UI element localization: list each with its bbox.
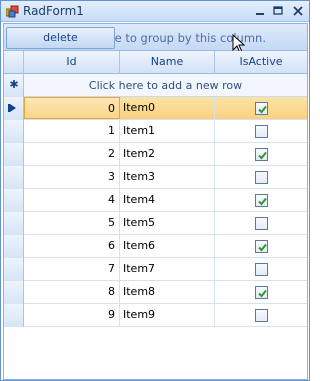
row-indicator[interactable] [4, 281, 24, 304]
delete-button[interactable]: delete [6, 27, 115, 49]
checkbox-checked[interactable] [255, 102, 268, 115]
data-grid: Drag a column here to group by this colu… [3, 23, 308, 380]
column-header-isactive[interactable]: IsActive [215, 51, 307, 74]
checkbox-checked[interactable] [255, 240, 268, 253]
row-indicator[interactable] [4, 97, 24, 120]
checkbox-checked[interactable] [255, 194, 268, 207]
checkmark-icon [258, 151, 267, 160]
table-row[interactable]: 2 Item2 [4, 143, 307, 166]
new-row-indicator: ✱ [4, 74, 24, 97]
table-row[interactable]: 8 Item8 [4, 281, 307, 304]
table-row[interactable]: 1 Item1 [4, 120, 307, 143]
cell-isactive [215, 304, 307, 326]
row-indicator[interactable] [4, 189, 24, 212]
row-indicator[interactable] [4, 235, 24, 258]
grid-rows: 0 Item0 1 Item1 2 Item2 3 Item3 4 Item4 5 Item5 6 Ite… [4, 97, 307, 327]
minimize-icon[interactable] [253, 4, 267, 18]
table-row[interactable]: 5 Item5 [4, 212, 307, 235]
new-row[interactable]: ✱ Click here to add a new row [4, 74, 307, 97]
checkbox-checked[interactable] [255, 286, 268, 299]
cell-name[interactable]: Item5 [120, 212, 215, 234]
cell-isactive [215, 166, 307, 188]
row-indicator[interactable] [4, 212, 24, 235]
checkbox-checked[interactable] [255, 148, 268, 161]
close-icon[interactable] [291, 4, 305, 18]
cell-isactive [215, 212, 307, 234]
column-header-id[interactable]: Id [24, 51, 120, 74]
cell-id[interactable]: 7 [24, 258, 120, 280]
cell-name[interactable]: Item3 [120, 166, 215, 188]
column-header-row: Id Name IsActive [4, 51, 307, 74]
checkbox-unchecked[interactable] [255, 125, 268, 138]
cell-isactive [215, 189, 307, 211]
cell-name[interactable]: Item6 [120, 235, 215, 257]
app-icon [5, 5, 20, 18]
cell-isactive [215, 281, 307, 303]
cell-name[interactable]: Item0 [120, 97, 215, 119]
cell-id[interactable]: 5 [24, 212, 120, 234]
row-indicator[interactable] [4, 166, 24, 189]
table-row[interactable]: 4 Item4 [4, 189, 307, 212]
new-row-label: Click here to add a new row [88, 79, 243, 92]
checkbox-unchecked[interactable] [255, 171, 268, 184]
table-row[interactable]: 0 Item0 [4, 97, 307, 120]
row-header-corner [4, 51, 24, 74]
cell-id[interactable]: 8 [24, 281, 120, 303]
main-window: RadForm1 Drag a column here to group by … [0, 0, 310, 381]
table-row[interactable]: 7 Item7 [4, 258, 307, 281]
table-row[interactable]: 9 Item9 [4, 304, 307, 327]
checkbox-unchecked[interactable] [255, 263, 268, 276]
maximize-icon[interactable] [271, 4, 285, 18]
checkbox-unchecked[interactable] [255, 217, 268, 230]
cell-isactive [215, 97, 307, 119]
cell-name[interactable]: Item1 [120, 120, 215, 142]
cell-id[interactable]: 3 [24, 166, 120, 188]
cell-name[interactable]: Item8 [120, 281, 215, 303]
cell-id[interactable]: 4 [24, 189, 120, 211]
cell-isactive [215, 258, 307, 280]
column-header-name[interactable]: Name [120, 51, 215, 74]
cell-name[interactable]: Item7 [120, 258, 215, 280]
row-indicator[interactable] [4, 258, 24, 281]
cell-id[interactable]: 2 [24, 143, 120, 165]
cell-id[interactable]: 0 [24, 97, 120, 119]
cell-name[interactable]: Item4 [120, 189, 215, 211]
group-panel[interactable]: Drag a column here to group by this colu… [4, 24, 307, 54]
checkbox-unchecked[interactable] [255, 309, 268, 322]
cell-isactive [215, 235, 307, 257]
table-row[interactable]: 6 Item6 [4, 235, 307, 258]
cell-name[interactable]: Item9 [120, 304, 215, 326]
cell-isactive [215, 120, 307, 142]
asterisk-icon: ✱ [9, 78, 19, 91]
title-bar[interactable]: RadForm1 [1, 1, 309, 22]
checkmark-icon [258, 105, 267, 114]
window-title: RadForm1 [23, 4, 84, 18]
checkmark-icon [258, 243, 267, 252]
row-indicator[interactable] [4, 304, 24, 327]
cell-name[interactable]: Item2 [120, 143, 215, 165]
cell-id[interactable]: 9 [24, 304, 120, 326]
row-indicator[interactable] [4, 143, 24, 166]
current-row-arrow-icon [10, 104, 16, 112]
checkmark-icon [258, 289, 267, 298]
table-row[interactable]: 3 Item3 [4, 166, 307, 189]
cell-isactive [215, 143, 307, 165]
row-indicator[interactable] [4, 120, 24, 143]
checkmark-icon [258, 197, 267, 206]
cell-id[interactable]: 1 [24, 120, 120, 142]
cell-id[interactable]: 6 [24, 235, 120, 257]
